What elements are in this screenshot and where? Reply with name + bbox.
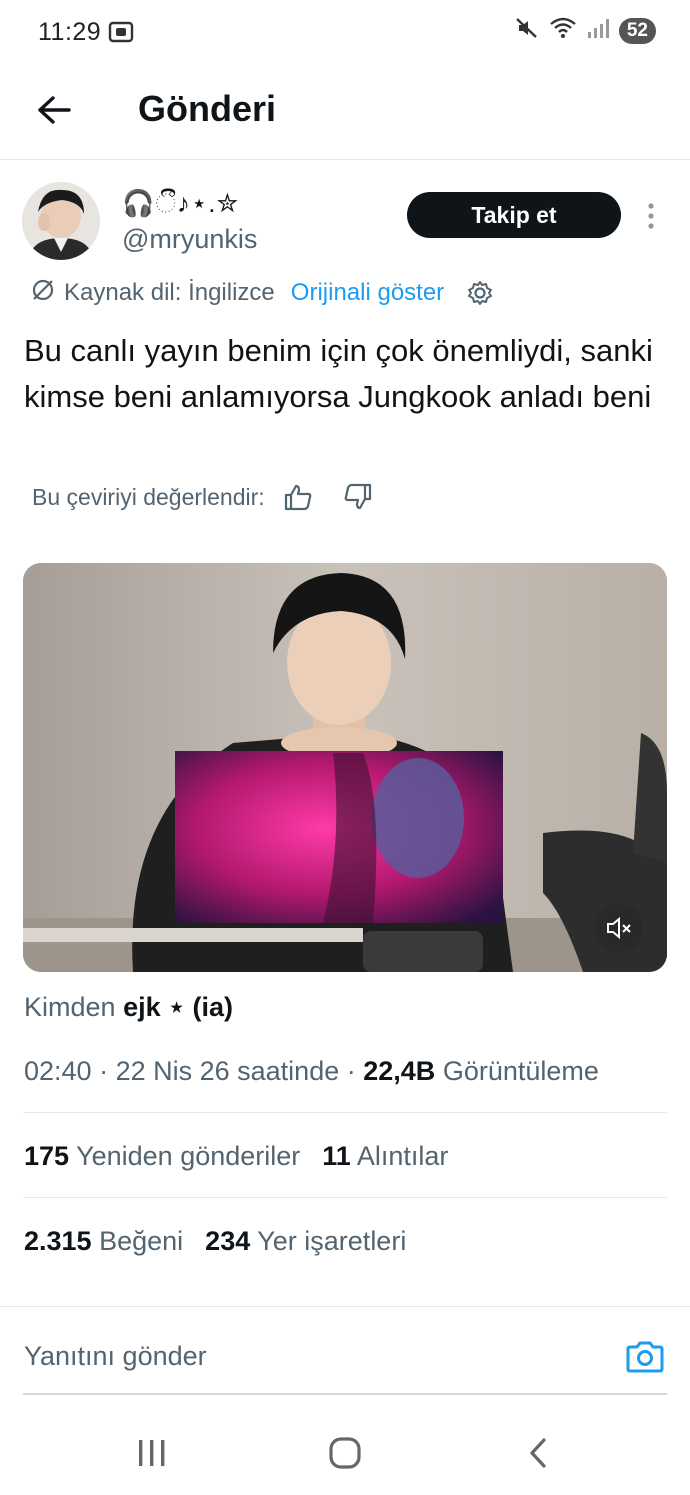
reply-input[interactable]: Yanıtını gönder — [24, 1341, 207, 1372]
arrow-left-icon — [38, 96, 71, 124]
rate-translation: Bu çeviriyi değerlendir: — [32, 480, 373, 514]
mute-toggle-button[interactable] — [595, 904, 643, 952]
reposts-stat[interactable]: 175 Yeniden gönderiler — [24, 1141, 300, 1171]
home-icon — [329, 1437, 361, 1469]
tweet-video[interactable] — [23, 563, 667, 972]
divider — [23, 1112, 667, 1113]
like-stats: 2.315 Beğeni 234 Yer işaretleri — [24, 1226, 406, 1257]
more-options-button[interactable] — [636, 196, 666, 236]
source-name[interactable]: ejk ⋆ (ia) — [123, 992, 233, 1022]
chevron-left-icon — [530, 1438, 546, 1468]
status-time: 11:29 — [38, 18, 102, 46]
thumbs-up-button[interactable] — [283, 483, 313, 511]
camera-button[interactable] — [624, 1337, 666, 1377]
wifi-icon — [549, 16, 577, 45]
top-app-bar: Gönderi — [0, 64, 690, 160]
tweet-meta: 02:40 · 22 Nis 26 saatinde · 22,4B Görün… — [24, 1056, 599, 1086]
screenshot-icon — [108, 20, 134, 44]
translation-settings-button[interactable] — [466, 279, 494, 307]
quotes-label: Alıntılar — [356, 1141, 449, 1171]
translation-info: Kaynak dil: İngilizce Orijinali göster — [30, 276, 494, 310]
system-back-button[interactable] — [513, 1428, 563, 1478]
volume-muted-icon — [607, 916, 631, 940]
quotes-stat[interactable]: 11 Alıntılar — [322, 1141, 448, 1171]
likes-count: 2.315 — [24, 1226, 92, 1256]
recent-apps-icon — [139, 1440, 165, 1466]
source-language-label: Kaynak dil: İngilizce — [64, 279, 275, 306]
bookmarks-label: Yer işaretleri — [257, 1226, 407, 1256]
camera-icon — [626, 1341, 664, 1373]
user-handle[interactable]: @mryunkis — [122, 224, 257, 255]
page-title: Gönderi — [138, 88, 277, 129]
tweet-text: Bu canlı yayın benim için çok önemliydi,… — [24, 333, 653, 414]
tweet-time: 02:40 — [24, 1056, 92, 1086]
tweet-date: 22 Nis 26 saatinde — [115, 1056, 340, 1086]
likes-stat[interactable]: 2.315 Beğeni — [24, 1226, 183, 1256]
reposts-label: Yeniden gönderiler — [76, 1141, 301, 1171]
follow-button[interactable]: Takip et — [407, 192, 621, 238]
recent-apps-button[interactable] — [127, 1428, 177, 1478]
gear-icon — [468, 281, 493, 305]
thumbs-down-icon — [344, 483, 371, 510]
author-row: 🎧ීී♪⋆.✮ @mryunkis Takip et — [0, 182, 690, 264]
source-prefix: Kimden — [24, 992, 116, 1022]
battery-icon: 52 — [618, 17, 656, 44]
reply-bar: Yanıtını gönder — [0, 1306, 690, 1395]
system-nav-bar — [0, 1410, 690, 1495]
show-original-link[interactable]: Orijinali göster — [291, 279, 444, 307]
back-button[interactable] — [30, 86, 78, 134]
repost-stats: 175 Yeniden gönderiler 11 Alıntılar — [24, 1141, 448, 1172]
rate-translation-label: Bu çeviriyi değerlendir: — [32, 483, 265, 510]
likes-label: Beğeni — [99, 1226, 184, 1256]
quotes-count: 11 — [322, 1141, 351, 1171]
display-name[interactable]: 🎧ීී♪⋆.✮ — [122, 188, 239, 220]
home-button[interactable] — [320, 1428, 370, 1478]
more-vertical-icon — [648, 203, 654, 229]
video-source: Kimden ejk ⋆ (ia) — [24, 992, 233, 1023]
thumbs-up-icon — [284, 484, 312, 511]
bookmarks-count: 234 — [205, 1226, 251, 1256]
views-count: 22,4B — [363, 1056, 436, 1086]
mute-icon — [515, 16, 539, 45]
translate-icon — [30, 277, 56, 310]
status-bar: 11:29 52 — [0, 0, 690, 64]
thumbs-down-button[interactable] — [343, 483, 373, 511]
avatar[interactable] — [22, 182, 100, 260]
views-label: Görüntüleme — [442, 1056, 599, 1086]
signal-icon — [587, 16, 609, 45]
bookmarks-stat[interactable]: 234 Yer işaretleri — [205, 1226, 406, 1256]
reply-underline — [23, 1393, 667, 1395]
reposts-count: 175 — [24, 1141, 70, 1171]
divider — [23, 1197, 667, 1198]
